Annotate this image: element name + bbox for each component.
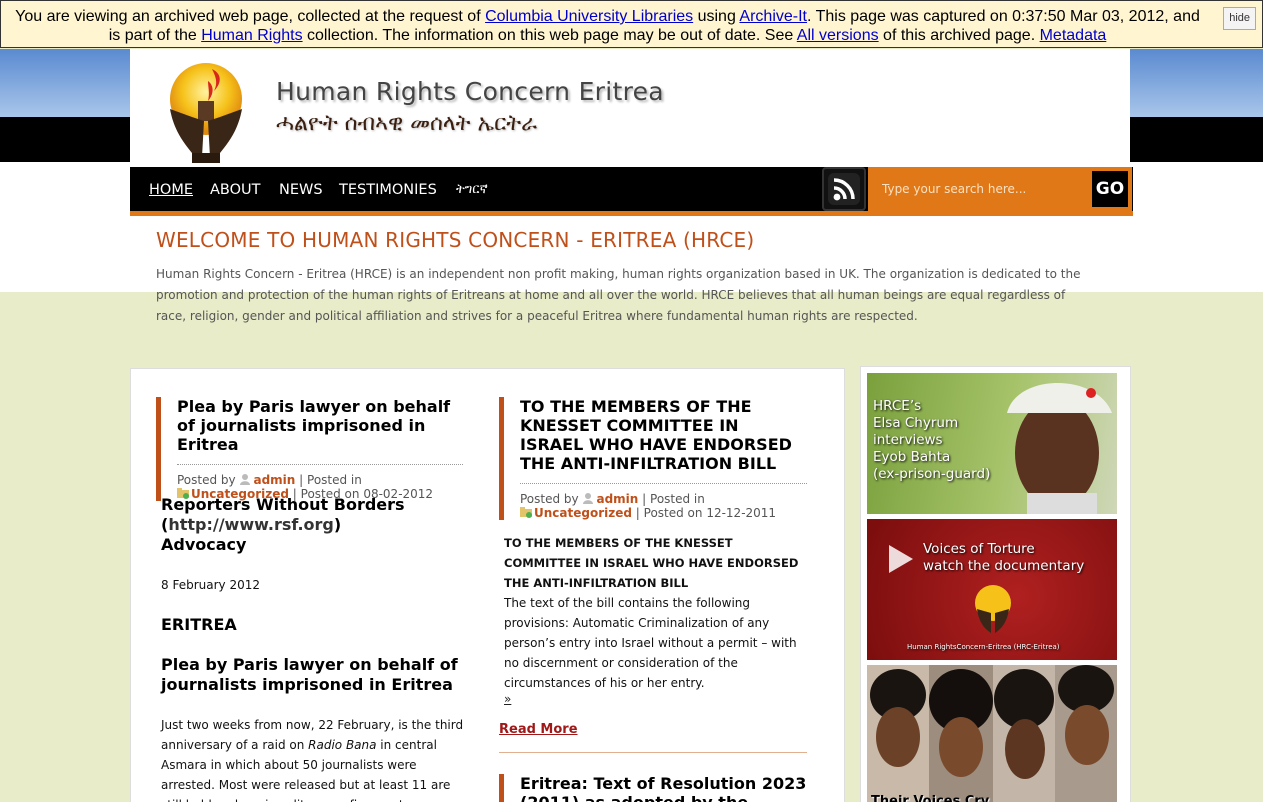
post-header: TO THE MEMBERS OF THE KNESSET COMMITTEE … bbox=[499, 397, 807, 520]
user-icon bbox=[583, 493, 594, 504]
folder-icon bbox=[520, 507, 532, 518]
sidebar: HRCE’s Elsa Chyrum interviews Eyob Bahta… bbox=[860, 366, 1131, 802]
hrce-logo-icon[interactable] bbox=[162, 61, 250, 165]
more-arrow-link[interactable]: » bbox=[504, 689, 511, 709]
banner-text: of this archived page. bbox=[878, 27, 1040, 44]
rss-feed-button[interactable] bbox=[822, 167, 866, 211]
author-link[interactable]: admin bbox=[596, 492, 638, 506]
caption-line: Elsa Chyrum bbox=[873, 415, 959, 431]
category-link[interactable]: Uncategorized bbox=[534, 506, 632, 520]
post-header: Eritrea: Text of Resolution 2023 (2011) … bbox=[499, 774, 807, 802]
post-title-link[interactable]: TO THE MEMBERS OF THE KNESSET COMMITTEE … bbox=[520, 397, 807, 473]
site-title: Human Rights Concern Eritrea bbox=[276, 77, 664, 106]
nav-item-news[interactable]: NEWS bbox=[279, 182, 323, 198]
rss-icon bbox=[828, 173, 860, 205]
banner-text: collection. The information on this web … bbox=[302, 27, 797, 44]
main-nav: HOME ABOUT NEWS TESTIMONIES ትግርኛ GO bbox=[130, 167, 1133, 216]
posted-by-label: Posted by bbox=[177, 473, 236, 487]
post-meta: Posted by admin | Posted in Uncategorize… bbox=[520, 483, 807, 520]
hrce-logo-small-icon bbox=[975, 585, 1011, 633]
article-paragraph: Just two weeks from now, 22 February, is… bbox=[161, 715, 466, 802]
caption-line: (ex-prison-guard) bbox=[873, 466, 991, 482]
posted-by-label: Posted by bbox=[520, 492, 579, 506]
nav-item-testimonies[interactable]: TESTIMONIES bbox=[339, 182, 437, 198]
author-link[interactable]: admin bbox=[253, 473, 295, 487]
rwb-advocacy: Advocacy bbox=[161, 535, 247, 554]
caption-line: interviews bbox=[873, 432, 943, 448]
welcome-title: WELCOME TO HUMAN RIGHTS CONCERN - ERITRE… bbox=[156, 228, 755, 252]
welcome-text: Human Rights Concern - Eritrea (HRCE) is… bbox=[156, 267, 1081, 323]
search-box: GO bbox=[868, 167, 1132, 211]
rwb-heading: Reporters Without Borders (http://www.rs… bbox=[161, 495, 461, 555]
archive-banner: You are viewing an archived web page, co… bbox=[0, 0, 1263, 48]
documentary-caption: Voices of Torture watch the documentary bbox=[923, 541, 1084, 575]
their-voices-caption: Their Voices Cry bbox=[871, 794, 990, 802]
sidebar-their-voices[interactable]: Their Voices Cry bbox=[867, 665, 1117, 802]
site-subtitle-tigrinya: ሓልዮት ሰብኣዊ መሰላት ኤርትራ bbox=[276, 111, 537, 136]
caption-line: Voices of Torture bbox=[923, 541, 1035, 557]
post-divider bbox=[499, 752, 807, 753]
human-rights-collection-link[interactable]: Human Rights bbox=[201, 27, 302, 44]
radio-bana-emphasis: Radio Bana bbox=[308, 738, 377, 752]
posted-in-label: | Posted in bbox=[299, 473, 362, 487]
banner-text: using bbox=[693, 8, 740, 25]
women-portraits-icon bbox=[867, 665, 1117, 802]
rwb-link[interactable]: http://www.rsf.org bbox=[168, 515, 334, 534]
site-header: Human Rights Concern Eritrea ሓልዮት ሰብኣዊ መ… bbox=[130, 49, 1130, 167]
main-content: Plea by Paris lawyer on behalf of journa… bbox=[130, 368, 845, 802]
post-bold-heading: TO THE MEMBERS OF THE KNESSET COMMITTEE … bbox=[504, 536, 799, 590]
nav-item-home[interactable]: HOME bbox=[149, 182, 193, 198]
country-heading: ERITREA bbox=[161, 615, 237, 634]
nav-item-about[interactable]: ABOUT bbox=[210, 182, 261, 198]
caption-line: HRCE’s bbox=[873, 398, 922, 414]
article-heading: Plea by Paris lawyer on behalf of journa… bbox=[161, 655, 458, 694]
user-icon bbox=[240, 474, 251, 485]
interview-photo-icon bbox=[1007, 383, 1112, 514]
search-go-button[interactable]: GO bbox=[1092, 171, 1128, 207]
columbia-libraries-link[interactable]: Columbia University Libraries bbox=[485, 8, 693, 25]
archive-it-link[interactable]: Archive-It bbox=[739, 8, 807, 25]
sidebar-interview-caption: HRCE’s Elsa Chyrum interviews Eyob Bahta… bbox=[873, 398, 990, 483]
nav-item-tigrinya[interactable]: ትግርኛ bbox=[456, 182, 488, 197]
play-icon bbox=[889, 545, 913, 573]
rwb-name: Reporters Without Borders bbox=[161, 495, 405, 514]
sidebar-video-interview[interactable]: HRCE’s Elsa Chyrum interviews Eyob Bahta… bbox=[867, 373, 1117, 514]
read-more-link[interactable]: Read More bbox=[499, 720, 578, 740]
posted-on-date: | Posted on 12-12-2011 bbox=[635, 506, 777, 520]
post-date-text: 8 February 2012 bbox=[161, 578, 260, 592]
posted-in-label: | Posted in bbox=[642, 492, 705, 506]
documentary-footer: Human RightsConcern-Eritrea (HRC-Eritrea… bbox=[907, 643, 1060, 651]
sidebar-documentary[interactable]: Voices of Torture watch the documentary … bbox=[867, 519, 1117, 660]
post-body: The text of the bill contains the follow… bbox=[504, 596, 797, 690]
hide-banner-button[interactable]: hide bbox=[1223, 7, 1256, 30]
caption-line: Eyob Bahta bbox=[873, 449, 951, 465]
rwb-paren: ) bbox=[333, 515, 342, 534]
metadata-link[interactable]: Metadata bbox=[1040, 27, 1107, 44]
caption-line: watch the documentary bbox=[923, 558, 1085, 574]
post-title-link[interactable]: Plea by Paris lawyer on behalf of journa… bbox=[177, 397, 463, 454]
search-input[interactable] bbox=[878, 171, 1090, 207]
post-title-link[interactable]: Eritrea: Text of Resolution 2023 (2011) … bbox=[520, 774, 807, 802]
all-versions-link[interactable]: All versions bbox=[797, 27, 879, 44]
banner-text: You are viewing an archived web page, co… bbox=[15, 8, 486, 25]
post-header: Plea by Paris lawyer on behalf of journa… bbox=[156, 397, 463, 501]
